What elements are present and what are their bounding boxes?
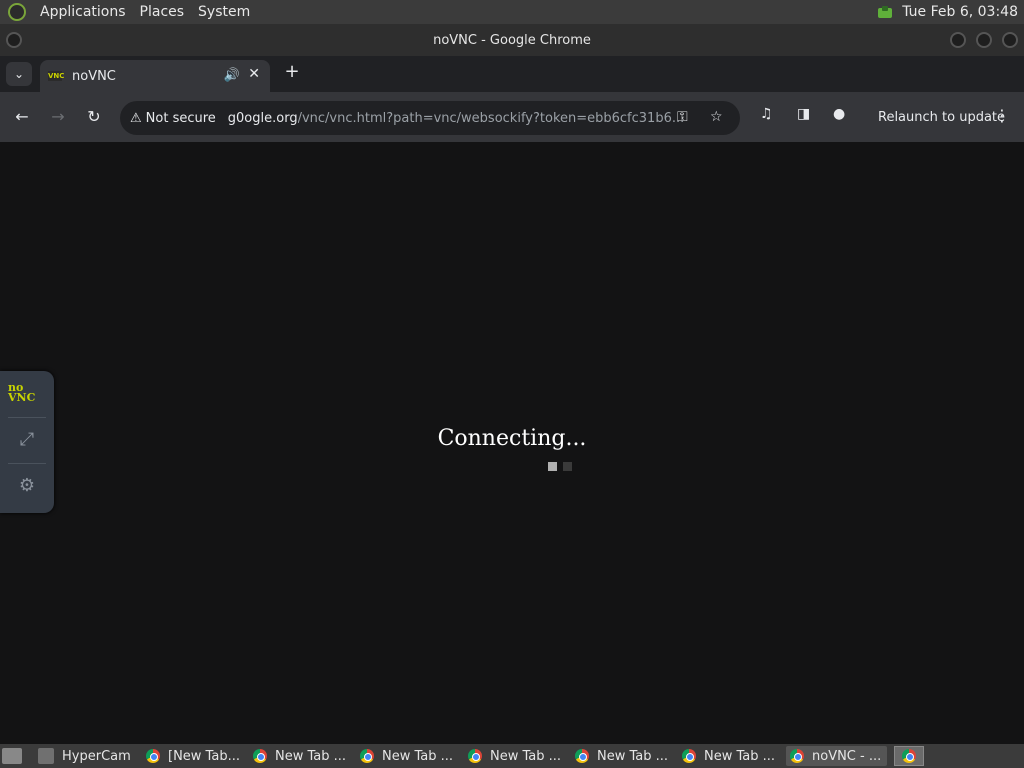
url-path[interactable]: /vnc/vnc.html?path=vnc/websockify?token=… — [298, 111, 685, 126]
applications-menu[interactable]: Applications — [40, 4, 126, 20]
maximize-icon[interactable] — [976, 32, 992, 48]
chrome-icon — [253, 749, 267, 763]
reload-icon: ↻ — [87, 107, 101, 126]
minimize-icon[interactable] — [950, 32, 966, 48]
browser-toolbar: ← → ↻ ⚠ Not secure g0ogle.org /vnc/vnc.h… — [0, 92, 1024, 142]
clock[interactable]: Tue Feb 6, 03:48 — [902, 4, 1018, 20]
panel-tray: Tue Feb 6, 03:48 — [878, 0, 1018, 24]
taskbar: HyperCam [New Tab... New Tab ... New Tab… — [0, 744, 1024, 768]
settings-button[interactable]: ⚙ — [16, 475, 38, 497]
taskbar-chrome-launcher[interactable] — [894, 746, 924, 766]
chrome-icon — [682, 749, 696, 763]
reload-button[interactable]: ↻ — [83, 106, 105, 128]
chevron-down-icon: ⌄ — [13, 67, 25, 81]
system-menu-item[interactable]: System — [198, 4, 250, 20]
taskbar-item[interactable]: New Tab ... — [575, 746, 668, 766]
forward-button[interactable]: → — [47, 106, 69, 128]
more-vert-icon[interactable]: ⋮ — [994, 106, 1010, 125]
chrome-icon — [790, 749, 804, 763]
taskbar-item[interactable]: HyperCam — [38, 746, 131, 766]
key-icon[interactable]: ⚿ — [677, 109, 688, 125]
taskbar-item[interactable]: New Tab ... — [682, 746, 775, 766]
taskbar-item-label: noVNC - ... — [812, 748, 882, 764]
taskbar-item-label: [New Tab... — [168, 748, 240, 764]
window-titlebar[interactable]: noVNC - Google Chrome — [0, 24, 1024, 56]
distro-logo-icon[interactable] — [8, 3, 26, 21]
show-desktop-icon — [2, 748, 22, 764]
chrome-icon — [468, 749, 482, 763]
taskbar-item[interactable]: New Tab ... — [468, 746, 561, 766]
spinner-dot — [563, 462, 572, 471]
taskbar-item[interactable]: New Tab ... — [253, 746, 346, 766]
security-chip[interactable]: Not secure — [146, 111, 216, 126]
close-window-icon[interactable] — [1002, 32, 1018, 48]
profile-icon[interactable]: ● — [833, 106, 845, 122]
taskbar-item[interactable]: New Tab ... — [360, 746, 453, 766]
taskbar-item-active[interactable]: noVNC - ... — [786, 746, 888, 766]
taskbar-item-label: New Tab ... — [382, 748, 454, 764]
warning-icon[interactable]: ⚠ — [130, 111, 142, 126]
new-tab-button[interactable]: + — [282, 62, 302, 82]
tab-strip: ⌄ VNC noVNC 🔊 ✕ — [0, 56, 1024, 92]
novnc-viewport[interactable]: no VNC ⤢ ⚙ Connecting... — [0, 142, 1024, 744]
media-controls-icon[interactable]: ♫ — [760, 106, 773, 122]
side-panel-icon[interactable]: ◨ — [797, 106, 810, 122]
chrome-icon — [902, 749, 916, 763]
taskbar-item[interactable]: [New Tab... — [146, 746, 240, 766]
system-top-panel: Applications Places System Tue Feb 6, 03… — [0, 0, 1024, 24]
novnc-logo-bottom: VNC — [8, 391, 36, 404]
control-bar-divider — [8, 463, 46, 464]
taskbar-item-label: New Tab ... — [597, 748, 669, 764]
arrow-right-icon: → — [51, 107, 65, 126]
relaunch-label: Relaunch to update — [878, 109, 1006, 125]
tab-novnc[interactable]: VNC noVNC 🔊 ✕ — [40, 60, 270, 92]
taskbar-item-label: New Tab ... — [704, 748, 776, 764]
back-button[interactable]: ← — [11, 106, 33, 128]
window-title: noVNC - Google Chrome — [433, 32, 591, 48]
loading-spinner — [548, 462, 572, 471]
url-host[interactable]: g0ogle.org — [228, 111, 298, 126]
chrome-icon — [575, 749, 589, 763]
tab-search-button[interactable]: ⌄ — [6, 62, 32, 86]
network-icon[interactable] — [878, 6, 894, 18]
system-menu: Applications Places System — [0, 0, 264, 24]
speaker-icon[interactable]: 🔊 — [224, 68, 240, 83]
chrome-icon — [360, 749, 374, 763]
tab-title: noVNC — [72, 68, 116, 84]
taskbar-item-label: New Tab ... — [490, 748, 562, 764]
hypercam-icon — [38, 748, 54, 764]
taskbar-item-label: New Tab ... — [275, 748, 347, 764]
arrow-left-icon: ← — [15, 107, 29, 126]
control-bar-divider — [8, 417, 46, 418]
connection-status: Connecting... — [437, 426, 587, 451]
address-bar[interactable]: ⚠ Not secure g0ogle.org /vnc/vnc.html?pa… — [120, 101, 740, 135]
star-icon[interactable]: ☆ — [710, 109, 723, 125]
window-menu-icon[interactable] — [6, 32, 22, 48]
gear-icon: ⚙ — [18, 475, 36, 496]
places-menu[interactable]: Places — [140, 4, 185, 20]
novnc-favicon-icon: VNC — [48, 71, 65, 81]
plus-icon: + — [284, 61, 300, 82]
show-desktop-button[interactable] — [0, 746, 22, 766]
close-icon[interactable]: ✕ — [248, 66, 260, 82]
novnc-logo: no VNC — [8, 382, 40, 405]
chrome-icon — [146, 749, 160, 763]
spinner-dot — [548, 462, 557, 471]
taskbar-item-label: HyperCam — [62, 748, 131, 764]
